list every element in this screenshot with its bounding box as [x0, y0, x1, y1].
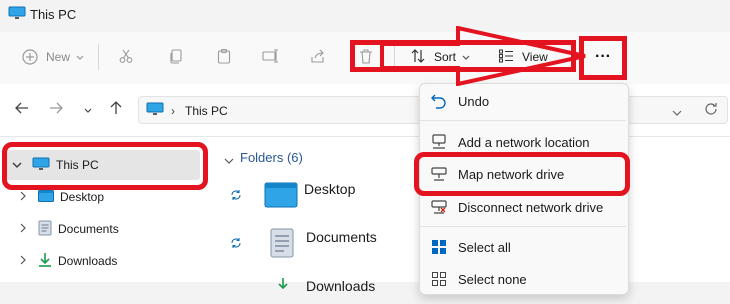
annotation-arrow: [380, 25, 590, 91]
folder-label: Downloads: [306, 278, 376, 294]
cut-button[interactable]: [118, 40, 134, 74]
address-history-button[interactable]: [672, 104, 682, 122]
breadcrumb-this-pc[interactable]: This PC: [185, 104, 228, 118]
refresh-icon: [704, 103, 718, 120]
chevron-down-icon: [672, 104, 682, 121]
menu-divider: [420, 226, 626, 227]
title-bar: [0, 0, 730, 32]
chevron-down-icon: [84, 101, 92, 119]
downloads-folder-icon: [38, 252, 52, 271]
arrow-up-icon: [110, 100, 122, 120]
menu-divider: [420, 120, 626, 121]
menu-item-label: Add a network location: [458, 134, 590, 150]
new-button[interactable]: New: [22, 40, 84, 74]
sync-icon: [230, 188, 242, 204]
menu-item-label: Undo: [458, 93, 490, 109]
network-location-icon: [430, 133, 448, 151]
select-none-icon: [430, 270, 448, 288]
folder-label: Documents: [306, 229, 377, 245]
recent-locations-button[interactable]: [78, 100, 98, 120]
computer-icon: [146, 102, 164, 121]
menu-item-label: Select none: [458, 271, 527, 287]
nav-item-label: Documents: [58, 222, 119, 236]
annotation-map-drive-box: [414, 152, 630, 196]
folders-group-header[interactable]: Folders (6): [240, 150, 303, 165]
annotation-this-pc-box: [2, 142, 208, 190]
documents-folder-icon: [38, 220, 52, 239]
up-button[interactable]: [106, 100, 126, 120]
scissors-icon: [118, 48, 134, 67]
rename-icon: [262, 48, 280, 67]
undo-icon: [430, 92, 448, 110]
copy-button[interactable]: [168, 40, 184, 74]
refresh-button[interactable]: [704, 102, 718, 121]
menu-item-label: Disconnect network drive: [458, 199, 604, 215]
menu-item-label: Select all: [458, 239, 511, 255]
back-button[interactable]: [12, 100, 32, 120]
disconnect-drive-icon: [430, 198, 448, 216]
plus-circle-icon: [22, 49, 38, 65]
chevron-right-icon[interactable]: [20, 254, 26, 268]
nav-item-label: Desktop: [60, 190, 105, 204]
computer-icon: [8, 6, 26, 20]
desktop-folder-icon: [264, 182, 298, 211]
sync-icon: [230, 236, 242, 252]
annotation-more-box: [579, 36, 627, 80]
folder-item-documents[interactable]: Documents: [230, 226, 377, 262]
menu-item-select-all[interactable]: Select all: [430, 232, 511, 262]
menu-item-disconnect-network-drive[interactable]: Disconnect network drive: [430, 192, 603, 222]
rename-button[interactable]: [262, 40, 280, 74]
breadcrumb-chevron-icon: ›: [171, 104, 175, 118]
forward-button[interactable]: [46, 100, 66, 120]
paste-button[interactable]: [216, 40, 232, 74]
folder-item-downloads[interactable]: Downloads: [230, 268, 375, 304]
chevron-down-icon: [76, 50, 84, 64]
chevron-right-icon[interactable]: [20, 190, 26, 204]
arrow-right-icon: [49, 101, 63, 119]
select-all-icon: [430, 238, 448, 256]
arrow-left-icon: [15, 101, 29, 119]
documents-folder-icon: [270, 228, 294, 261]
chevron-right-icon[interactable]: [20, 222, 26, 236]
folder-label: Desktop: [304, 181, 356, 197]
clipboard-icon: [216, 48, 232, 67]
nav-item-downloads[interactable]: Downloads: [0, 248, 212, 274]
share-button[interactable]: [310, 40, 326, 74]
downloads-folder-icon: [276, 277, 290, 295]
new-label: New: [46, 50, 71, 64]
chevron-expanded-icon[interactable]: [224, 152, 234, 170]
toolbar-divider: [98, 44, 99, 70]
share-icon: [310, 48, 326, 67]
folder-item-desktop[interactable]: Desktop: [230, 178, 355, 214]
copy-icon: [168, 48, 184, 67]
nav-item-documents[interactable]: Documents: [0, 216, 212, 242]
window-title: This PC: [30, 7, 77, 22]
menu-item-select-none[interactable]: Select none: [430, 264, 527, 294]
desktop-folder-icon: [38, 189, 54, 205]
nav-item-label: Downloads: [58, 254, 118, 268]
